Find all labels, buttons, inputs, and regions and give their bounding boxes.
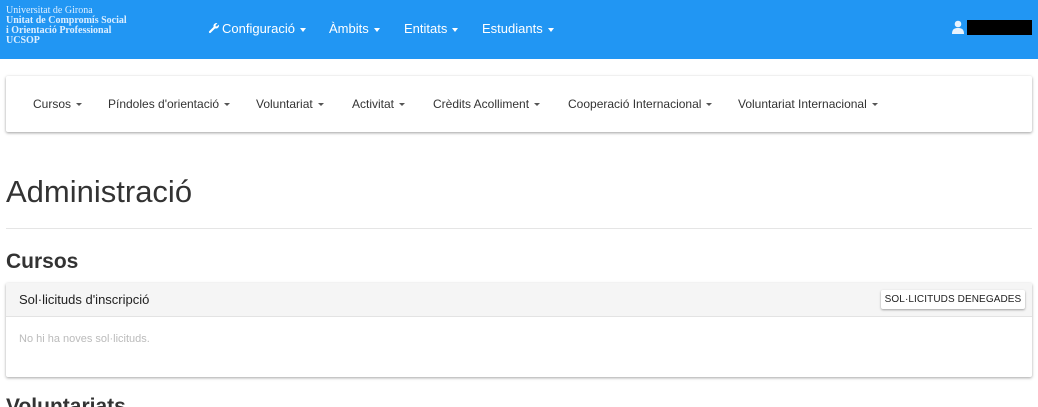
nav-configuracio[interactable]: Configuració: [208, 20, 306, 38]
panel-title: Sol·licituds d'inscripció: [19, 292, 150, 307]
subnav-cursos[interactable]: Cursos: [33, 95, 83, 113]
caret-down-icon: [871, 103, 878, 107]
subnav-pindoles[interactable]: Píndoles d'orientació: [108, 95, 231, 113]
caret-down-icon: [373, 27, 380, 32]
nav-estudiants-label: Estudiants: [482, 21, 543, 36]
subnav-voluntariat-label: Voluntariat: [256, 97, 313, 111]
top-navbar: Universitat de Girona Unitat de Compromí…: [0, 0, 1038, 59]
nav-ambits[interactable]: Àmbits: [329, 20, 380, 38]
caret-down-icon: [706, 103, 713, 107]
caret-down-icon: [452, 27, 459, 32]
user-icon: [952, 20, 964, 34]
user-name-redacted: [967, 20, 1032, 35]
title-divider: [6, 228, 1032, 229]
caret-down-icon: [76, 103, 83, 107]
subnav-pindoles-label: Píndoles d'orientació: [108, 97, 220, 111]
wrench-icon: [208, 23, 219, 34]
caret-down-icon: [547, 27, 554, 32]
panel-heading: Sol·licituds d'inscripció SOL·LICITUDS D…: [6, 283, 1032, 317]
nav-entitats[interactable]: Entitats: [404, 20, 459, 38]
subnav-voluntariat-internacional[interactable]: Voluntariat Internacional: [738, 95, 878, 113]
section-title-voluntariats: Voluntariats: [6, 395, 126, 407]
subnav-activitat[interactable]: Activitat: [352, 95, 406, 113]
subnav-cooperacio-internacional[interactable]: Cooperació Internacional: [568, 95, 713, 113]
nav-entitats-label: Entitats: [404, 21, 448, 36]
denied-requests-button[interactable]: SOL·LICITUDS DENEGADES: [881, 290, 1025, 309]
nav-ambits-label: Àmbits: [329, 21, 369, 36]
subnav-cooperacio-internacional-label: Cooperació Internacional: [568, 97, 702, 111]
requests-panel: Sol·licituds d'inscripció SOL·LICITUDS D…: [6, 283, 1032, 377]
caret-down-icon: [300, 27, 306, 32]
subnav-voluntariat[interactable]: Voluntariat: [256, 95, 324, 113]
subnav-credits-acolliment[interactable]: Crèdits Acolliment: [433, 95, 541, 113]
subnav-cursos-label: Cursos: [33, 97, 72, 111]
brand-acronym: UCSOP: [6, 35, 40, 46]
page-title: Administració: [6, 174, 193, 209]
caret-down-icon: [224, 103, 231, 107]
subnav-credits-acolliment-label: Crèdits Acolliment: [433, 97, 530, 111]
section-nav: Cursos Píndoles d'orientació Voluntariat…: [6, 76, 1032, 132]
caret-down-icon: [317, 103, 324, 107]
subnav-activitat-label: Activitat: [352, 97, 395, 111]
brand-logo[interactable]: Universitat de Girona Unitat de Compromí…: [6, 6, 156, 46]
caret-down-icon: [399, 103, 406, 107]
empty-state-text: No hi ha noves sol·licituds.: [19, 333, 150, 345]
section-title-cursos: Cursos: [6, 250, 79, 273]
caret-down-icon: [534, 103, 541, 107]
subnav-voluntariat-internacional-label: Voluntariat Internacional: [738, 97, 867, 111]
nav-configuracio-label: Configuració: [222, 21, 295, 36]
nav-estudiants[interactable]: Estudiants: [482, 20, 554, 38]
